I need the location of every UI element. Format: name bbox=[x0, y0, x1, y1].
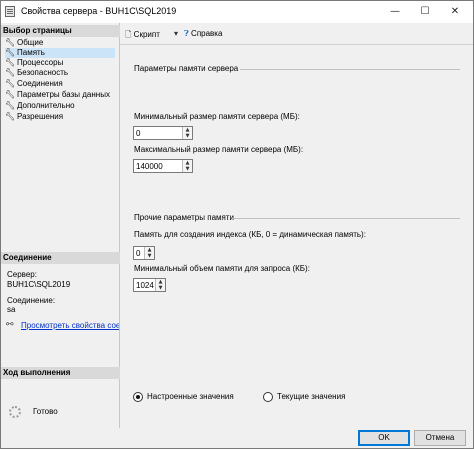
index-memory-input[interactable] bbox=[136, 248, 144, 258]
main-panel: 🗋︎ Скрипт ▾ ❓︎ Справка Параметры памяти … bbox=[120, 23, 473, 428]
select-page-header: Выбор страницы bbox=[1, 25, 120, 37]
other-memory-group-title: Прочие параметры памяти bbox=[134, 213, 234, 222]
group-divider bbox=[240, 69, 460, 70]
script-button[interactable]: 🗋︎ Скрипт bbox=[125, 29, 160, 43]
group-divider bbox=[232, 218, 460, 219]
max-server-memory-input[interactable] bbox=[136, 161, 180, 171]
sidebar-item-general[interactable]: 🔧︎ Общие bbox=[5, 38, 115, 48]
connection-header: Соединение bbox=[1, 252, 120, 264]
sidebar-item-connections[interactable]: 🔧︎ Соединения bbox=[5, 79, 115, 89]
spin-arrows[interactable]: ▲ ▼ bbox=[144, 247, 154, 259]
chevron-down-icon[interactable]: ▼ bbox=[183, 133, 192, 139]
wrench-icon: 🔧︎ bbox=[5, 79, 16, 88]
chevron-down-icon[interactable]: ▼ bbox=[145, 253, 154, 259]
wrench-icon: 🔧︎ bbox=[5, 101, 16, 110]
progress-status: Готово bbox=[33, 407, 58, 416]
spin-arrows[interactable]: ▲ ▼ bbox=[155, 279, 165, 291]
connection-properties-icon: ⚯ bbox=[6, 320, 14, 330]
server-value: BUH1C\SQL2019 bbox=[7, 280, 71, 289]
radio-unselected-icon[interactable] bbox=[263, 392, 273, 402]
help-icon: ❓︎ bbox=[184, 29, 189, 38]
sidebar-item-label: Процессоры bbox=[17, 58, 64, 67]
script-icon: 🗋︎ bbox=[125, 30, 132, 39]
dialog-footer: OK Отмена bbox=[1, 428, 473, 448]
left-panel: Выбор страницы 🔧︎ Общие 🔧︎ Память 🔧︎ Про… bbox=[1, 23, 120, 428]
title-bar: Свойства сервера - BUH1C\SQL2019 — ☐ ✕ bbox=[1, 1, 473, 23]
sidebar-item-security[interactable]: 🔧︎ Безопасность bbox=[5, 68, 115, 78]
connection-value: sa bbox=[7, 305, 16, 314]
window-icon bbox=[5, 6, 15, 17]
view-connection-properties-link[interactable]: Просмотреть свойства соединения bbox=[21, 321, 119, 330]
sidebar-item-memory[interactable]: 🔧︎ Память bbox=[5, 48, 115, 58]
chevron-down-icon[interactable]: ▼ bbox=[156, 285, 165, 291]
window-title: Свойства сервера - BUH1C\SQL2019 bbox=[21, 6, 177, 16]
min-server-memory-stepper[interactable]: ▲ ▼ bbox=[133, 126, 193, 140]
script-label: Скрипт bbox=[133, 30, 160, 39]
index-memory-label: Память для создания индекса (КБ, 0 = дин… bbox=[134, 230, 366, 239]
sidebar-item-processors[interactable]: 🔧︎ Процессоры bbox=[5, 58, 115, 68]
connection-label: Соединение: bbox=[7, 296, 56, 305]
server-memory-group-title: Параметры памяти сервера bbox=[134, 64, 239, 73]
sidebar-item-label: Память bbox=[17, 48, 45, 57]
min-query-memory-stepper[interactable]: ▲ ▼ bbox=[133, 278, 166, 292]
maximize-button[interactable]: ☐ bbox=[409, 1, 441, 23]
progress-header: Ход выполнения bbox=[1, 367, 120, 379]
running-values-label: Текущие значения bbox=[277, 392, 346, 401]
progress-spinner-icon bbox=[9, 406, 21, 418]
min-query-memory-input[interactable] bbox=[136, 280, 154, 290]
sidebar-item-label: Разрешения bbox=[17, 112, 64, 121]
wrench-icon: 🔧︎ bbox=[5, 68, 16, 77]
radio-selected-icon[interactable] bbox=[133, 392, 143, 402]
running-values-radio[interactable]: Текущие значения bbox=[263, 391, 345, 403]
server-label: Сервер: bbox=[7, 270, 37, 279]
spin-arrows[interactable]: ▲ ▼ bbox=[182, 160, 192, 172]
max-server-memory-stepper[interactable]: ▲ ▼ bbox=[133, 159, 193, 173]
sidebar-item-permissions[interactable]: 🔧︎ Разрешения bbox=[5, 112, 115, 122]
min-server-memory-label: Минимальный размер памяти сервера (МБ): bbox=[134, 112, 300, 121]
close-button[interactable]: ✕ bbox=[439, 1, 471, 23]
spin-arrows[interactable]: ▲ ▼ bbox=[182, 127, 192, 139]
help-label: Справка bbox=[191, 29, 223, 38]
sidebar-item-label: Дополнительно bbox=[17, 101, 75, 110]
wrench-icon: 🔧︎ bbox=[5, 112, 16, 121]
max-server-memory-label: Максимальный размер памяти сервера (МБ): bbox=[134, 145, 304, 154]
wrench-icon: 🔧︎ bbox=[5, 38, 16, 47]
toolbar: 🗋︎ Скрипт ▾ ❓︎ Справка bbox=[120, 23, 473, 45]
server-properties-window: Свойства сервера - BUH1C\SQL2019 — ☐ ✕ В… bbox=[0, 0, 474, 449]
cancel-button[interactable]: Отмена bbox=[414, 430, 466, 446]
configured-values-radio[interactable]: Настроенные значения bbox=[133, 391, 234, 403]
min-query-memory-label: Минимальный объем памяти для запроса (КБ… bbox=[134, 264, 310, 273]
chevron-down-icon: ▾ bbox=[174, 29, 179, 38]
sidebar-item-label: Параметры базы данных bbox=[17, 90, 110, 99]
configured-values-label: Настроенные значения bbox=[147, 392, 234, 401]
min-server-memory-input[interactable] bbox=[136, 128, 180, 138]
wrench-icon: 🔧︎ bbox=[5, 90, 16, 99]
sidebar-item-advanced[interactable]: 🔧︎ Дополнительно bbox=[5, 101, 115, 111]
wrench-icon: 🔧︎ bbox=[5, 48, 16, 57]
minimize-button[interactable]: — bbox=[379, 1, 411, 23]
script-dropdown-button[interactable]: ▾ bbox=[174, 29, 178, 38]
wrench-icon: 🔧︎ bbox=[5, 58, 16, 67]
sidebar-item-database-settings[interactable]: 🔧︎ Параметры базы данных bbox=[5, 90, 115, 100]
help-button[interactable]: ❓︎ Справка bbox=[184, 29, 222, 39]
chevron-down-icon[interactable]: ▼ bbox=[183, 166, 192, 172]
sidebar-item-label: Безопасность bbox=[17, 68, 69, 77]
sidebar-item-label: Соединения bbox=[17, 79, 63, 88]
sidebar-item-label: Общие bbox=[17, 38, 44, 47]
index-memory-stepper[interactable]: ▲ ▼ bbox=[133, 246, 155, 260]
ok-button[interactable]: OK bbox=[358, 430, 410, 446]
